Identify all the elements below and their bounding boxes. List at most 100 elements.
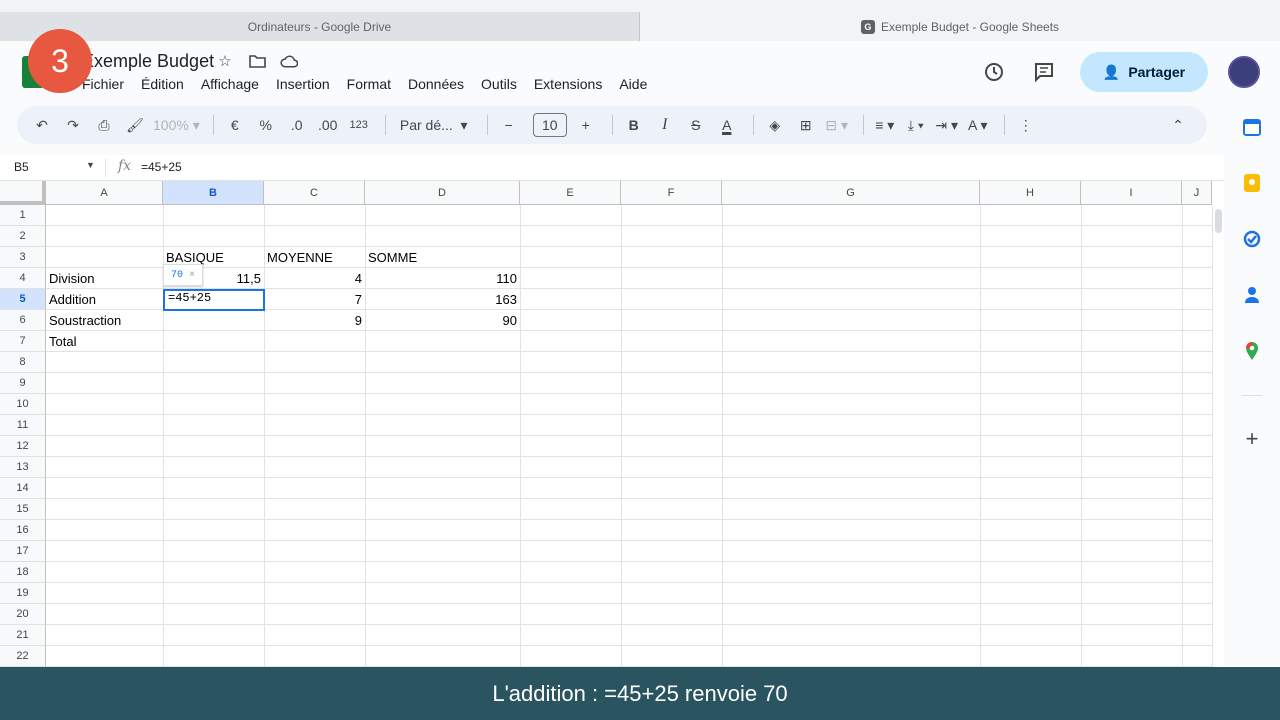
merge-cells-icon[interactable]: ⊟ ▾ bbox=[824, 112, 850, 138]
keep-icon[interactable] bbox=[1242, 173, 1262, 193]
column-header-i[interactable]: I bbox=[1081, 181, 1182, 205]
column-header-b[interactable]: B bbox=[163, 181, 264, 205]
share-button[interactable]: 👤 Partager bbox=[1080, 52, 1208, 92]
cell-c5[interactable]: 7 bbox=[267, 289, 365, 310]
cell-d6[interactable]: 90 bbox=[368, 310, 520, 331]
calendar-icon[interactable] bbox=[1242, 117, 1262, 137]
column-header-a[interactable]: A bbox=[46, 181, 163, 205]
column-header-c[interactable]: C bbox=[264, 181, 365, 205]
text-wrap-icon[interactable]: ⇥ ▾ bbox=[934, 112, 960, 138]
column-header-j[interactable]: J bbox=[1182, 181, 1212, 205]
cloud-saved-icon[interactable] bbox=[280, 52, 298, 70]
row-header-17[interactable]: 17 bbox=[0, 541, 46, 562]
column-header-e[interactable]: E bbox=[520, 181, 621, 205]
more-options-icon[interactable]: ⋮ bbox=[1013, 112, 1039, 138]
cell-d5[interactable]: 163 bbox=[368, 289, 520, 310]
row-header-7[interactable]: 7 bbox=[0, 331, 46, 352]
menu-donnees[interactable]: Données bbox=[408, 76, 464, 92]
name-box-dropdown-icon[interactable]: ▼ bbox=[86, 160, 95, 170]
comments-icon[interactable] bbox=[1024, 54, 1064, 90]
move-folder-icon[interactable] bbox=[248, 52, 266, 70]
redo-icon[interactable]: ↷ bbox=[60, 112, 86, 138]
decrease-font-size-icon[interactable]: − bbox=[496, 112, 522, 138]
currency-format-button[interactable]: € bbox=[222, 112, 248, 138]
cell-a5[interactable]: Addition bbox=[49, 289, 163, 310]
cell-d4[interactable]: 110 bbox=[368, 268, 520, 289]
active-cell-editor[interactable]: =45+25 bbox=[168, 291, 211, 305]
row-header-21[interactable]: 21 bbox=[0, 625, 46, 646]
column-header-f[interactable]: F bbox=[621, 181, 722, 205]
number-format-button[interactable]: 123 bbox=[346, 112, 372, 138]
menu-extensions[interactable]: Extensions bbox=[534, 76, 602, 92]
italic-icon[interactable]: I bbox=[652, 112, 678, 138]
row-header-20[interactable]: 20 bbox=[0, 604, 46, 625]
percent-format-button[interactable]: % bbox=[253, 112, 279, 138]
menu-edition[interactable]: Édition bbox=[141, 76, 184, 92]
menu-insertion[interactable]: Insertion bbox=[276, 76, 330, 92]
column-header-d[interactable]: D bbox=[365, 181, 520, 205]
row-header-1[interactable]: 1 bbox=[0, 205, 46, 226]
contacts-icon[interactable] bbox=[1242, 285, 1262, 305]
strikethrough-icon[interactable]: S bbox=[683, 112, 709, 138]
row-header-10[interactable]: 10 bbox=[0, 394, 46, 415]
row-header-3[interactable]: 3 bbox=[0, 247, 46, 268]
font-select[interactable]: Par dé... ▾ bbox=[394, 112, 474, 138]
collapse-toolbar-icon[interactable]: ⌃ bbox=[1165, 112, 1191, 138]
row-header-8[interactable]: 8 bbox=[0, 352, 46, 373]
font-size-input[interactable]: 10 bbox=[532, 113, 567, 137]
column-header-g[interactable]: G bbox=[722, 181, 980, 205]
decrease-decimal-button[interactable]: .0 bbox=[284, 112, 310, 138]
menu-outils[interactable]: Outils bbox=[481, 76, 517, 92]
column-header-h[interactable]: H bbox=[980, 181, 1081, 205]
close-icon[interactable]: × bbox=[189, 270, 195, 281]
row-header-2[interactable]: 2 bbox=[0, 226, 46, 247]
cell-c6[interactable]: 9 bbox=[267, 310, 365, 331]
cell-c4[interactable]: 4 bbox=[267, 268, 365, 289]
vertical-align-icon[interactable]: ⤓ ▾ bbox=[903, 112, 929, 138]
star-icon[interactable]: ☆ bbox=[216, 52, 234, 70]
name-box[interactable]: B5 bbox=[14, 160, 94, 174]
increase-decimal-button[interactable]: .00 bbox=[315, 112, 341, 138]
menu-fichier[interactable]: Fichier bbox=[82, 76, 124, 92]
zoom-select[interactable]: 100% ▾ bbox=[153, 112, 200, 138]
cell-a7[interactable]: Total bbox=[49, 331, 163, 352]
row-header-9[interactable]: 9 bbox=[0, 373, 46, 394]
row-header-4[interactable]: 4 bbox=[0, 268, 46, 289]
bold-icon[interactable]: B bbox=[621, 112, 647, 138]
row-header-14[interactable]: 14 bbox=[0, 478, 46, 499]
borders-icon[interactable]: ⊞ bbox=[793, 112, 819, 138]
horizontal-align-icon[interactable]: ≡ ▾ bbox=[872, 112, 898, 138]
row-header-5[interactable]: 5 bbox=[0, 289, 46, 310]
cell-a6[interactable]: Soustraction bbox=[49, 310, 163, 331]
cell-c3[interactable]: MOYENNE bbox=[267, 247, 365, 268]
maps-icon[interactable] bbox=[1242, 341, 1262, 361]
browser-tab-sheets[interactable]: G Exemple Budget - Google Sheets bbox=[640, 12, 1280, 41]
vertical-scrollbar[interactable] bbox=[1212, 205, 1224, 667]
version-history-icon[interactable] bbox=[974, 54, 1014, 90]
paint-format-icon[interactable]: 🖌 bbox=[122, 112, 148, 138]
text-color-icon[interactable]: A bbox=[714, 112, 740, 138]
row-header-19[interactable]: 19 bbox=[0, 583, 46, 604]
print-icon[interactable]: ⎙ bbox=[91, 112, 117, 138]
formula-input[interactable]: =45+25 bbox=[141, 160, 182, 174]
row-header-6[interactable]: 6 bbox=[0, 310, 46, 331]
row-header-12[interactable]: 12 bbox=[0, 436, 46, 457]
row-header-22[interactable]: 22 bbox=[0, 646, 46, 667]
undo-icon[interactable]: ↶ bbox=[29, 112, 55, 138]
select-all-corner[interactable] bbox=[0, 181, 46, 205]
add-addon-icon[interactable]: + bbox=[1242, 426, 1262, 451]
fill-color-icon[interactable]: ◈ bbox=[762, 112, 788, 138]
menu-format[interactable]: Format bbox=[347, 76, 391, 92]
text-rotation-icon[interactable]: A ▾ bbox=[965, 112, 991, 138]
row-header-18[interactable]: 18 bbox=[0, 562, 46, 583]
row-header-15[interactable]: 15 bbox=[0, 499, 46, 520]
row-header-11[interactable]: 11 bbox=[0, 415, 46, 436]
scrollbar-thumb[interactable] bbox=[1215, 209, 1222, 233]
avatar[interactable] bbox=[1228, 56, 1260, 88]
increase-font-size-icon[interactable]: + bbox=[573, 112, 599, 138]
tasks-icon[interactable] bbox=[1242, 229, 1262, 249]
document-title[interactable]: Exemple Budget bbox=[82, 51, 214, 72]
menu-affichage[interactable]: Affichage bbox=[201, 76, 259, 92]
row-header-16[interactable]: 16 bbox=[0, 520, 46, 541]
row-header-13[interactable]: 13 bbox=[0, 457, 46, 478]
